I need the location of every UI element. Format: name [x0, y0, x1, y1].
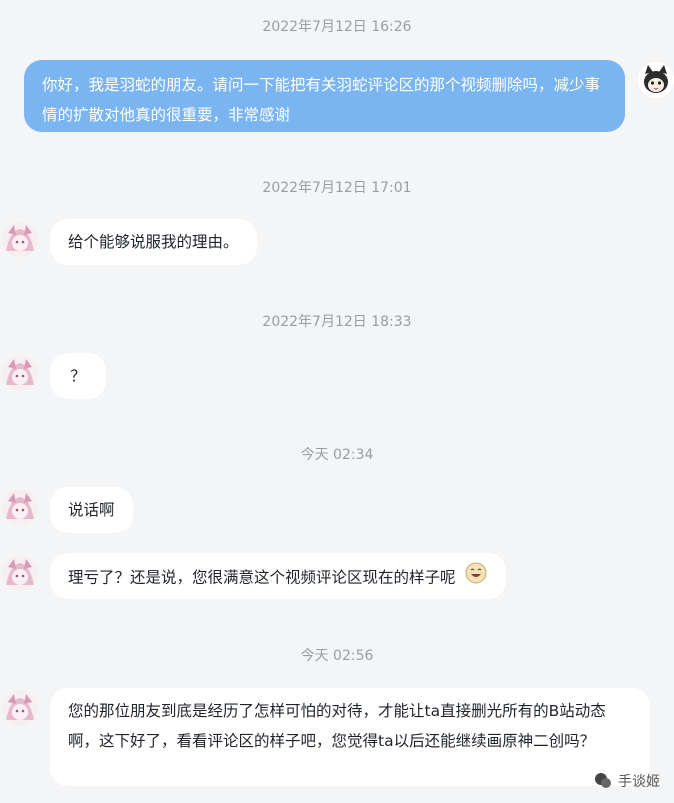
- outgoing-bubble[interactable]: 你好，我是羽蛇的朋友。请问一下能把有关羽蛇评论区的那个视频删除吗，减少事情的扩散…: [24, 60, 625, 132]
- contact-avatar[interactable]: [2, 221, 38, 257]
- timestamp: 2022年7月12日 16:26: [262, 19, 412, 35]
- wechat-logo-icon: [595, 773, 611, 788]
- contact-avatar[interactable]: [2, 355, 38, 391]
- timestamp: 2022年7月12日 17:01: [262, 180, 412, 196]
- anime-avatar-icon: [2, 690, 38, 726]
- incoming-bubble[interactable]: ？: [50, 353, 106, 399]
- message-text: 说话啊: [68, 501, 115, 519]
- incoming-bubble[interactable]: 理亏了？还是说，您很满意这个视频评论区现在的样子呢: [50, 553, 507, 599]
- anime-avatar-icon: [2, 489, 38, 525]
- message-text: ？: [70, 367, 86, 385]
- message-text: 给个能够说服我的理由。: [68, 233, 239, 251]
- incoming-bubble[interactable]: 说话啊: [50, 487, 133, 533]
- cat-avatar-icon: [638, 62, 674, 98]
- message-text: 您的那位朋友到底是经历了怎样可怕的对待，才能让ta直接删光所有的B站动态啊，这下…: [68, 702, 606, 750]
- timestamp: 2022年7月12日 18:33: [262, 314, 412, 330]
- watermark-text: 手谈姬: [618, 774, 660, 790]
- message-text: 你好，我是羽蛇的朋友。请问一下能把有关羽蛇评论区的那个视频删除吗，减少事情的扩散…: [42, 76, 601, 124]
- anime-avatar-icon: [2, 355, 38, 391]
- anime-avatar-icon: [2, 221, 38, 257]
- incoming-bubble[interactable]: 给个能够说服我的理由。: [50, 219, 257, 265]
- contact-avatar[interactable]: [2, 489, 38, 525]
- laughing-face-icon: [464, 561, 488, 595]
- contact-avatar[interactable]: [2, 690, 38, 726]
- incoming-bubble[interactable]: 您的那位朋友到底是经历了怎样可怕的对待，才能让ta直接删光所有的B站动态啊，这下…: [50, 688, 650, 786]
- timestamp: 今天 02:34: [300, 447, 374, 463]
- watermark: 手谈姬: [594, 771, 660, 791]
- contact-avatar[interactable]: [2, 555, 38, 591]
- anime-avatar-icon: [2, 555, 38, 591]
- message-text: 理亏了？还是说，您很满意这个视频评论区现在的样子呢: [68, 568, 456, 587]
- self-avatar[interactable]: [638, 62, 674, 98]
- timestamp: 今天 02:56: [300, 648, 374, 664]
